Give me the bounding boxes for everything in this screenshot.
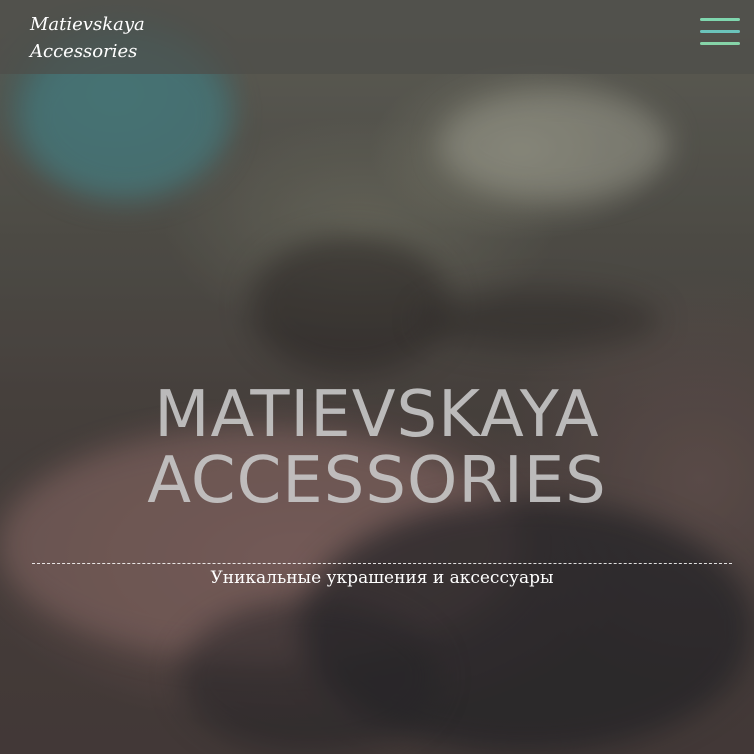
top-navigation-bar: Matievskaya Accessories xyxy=(0,0,754,74)
menu-bar-middle xyxy=(700,30,740,33)
hero-overlay xyxy=(0,0,754,754)
menu-bar-bottom xyxy=(700,42,740,45)
logo-line-2: Accessories xyxy=(30,41,138,62)
hero-title: MATIEVSKAYA ACCESSORIES xyxy=(0,382,754,514)
hamburger-menu-icon[interactable] xyxy=(700,18,740,46)
hero-section: Matievskaya Accessories MATIEVSKAYA ACCE… xyxy=(0,0,754,754)
dashed-divider xyxy=(32,563,732,564)
hero-tagline: Уникальные украшения и аксессуары xyxy=(210,568,554,588)
logo-line-1: Matievskaya xyxy=(30,14,145,35)
menu-bar-top xyxy=(700,18,740,21)
hero-title-line-1: MATIEVSKAYA xyxy=(154,378,600,452)
hero-title-line-2: ACCESSORIES xyxy=(147,444,607,518)
site-logo[interactable]: Matievskaya Accessories xyxy=(30,11,145,65)
